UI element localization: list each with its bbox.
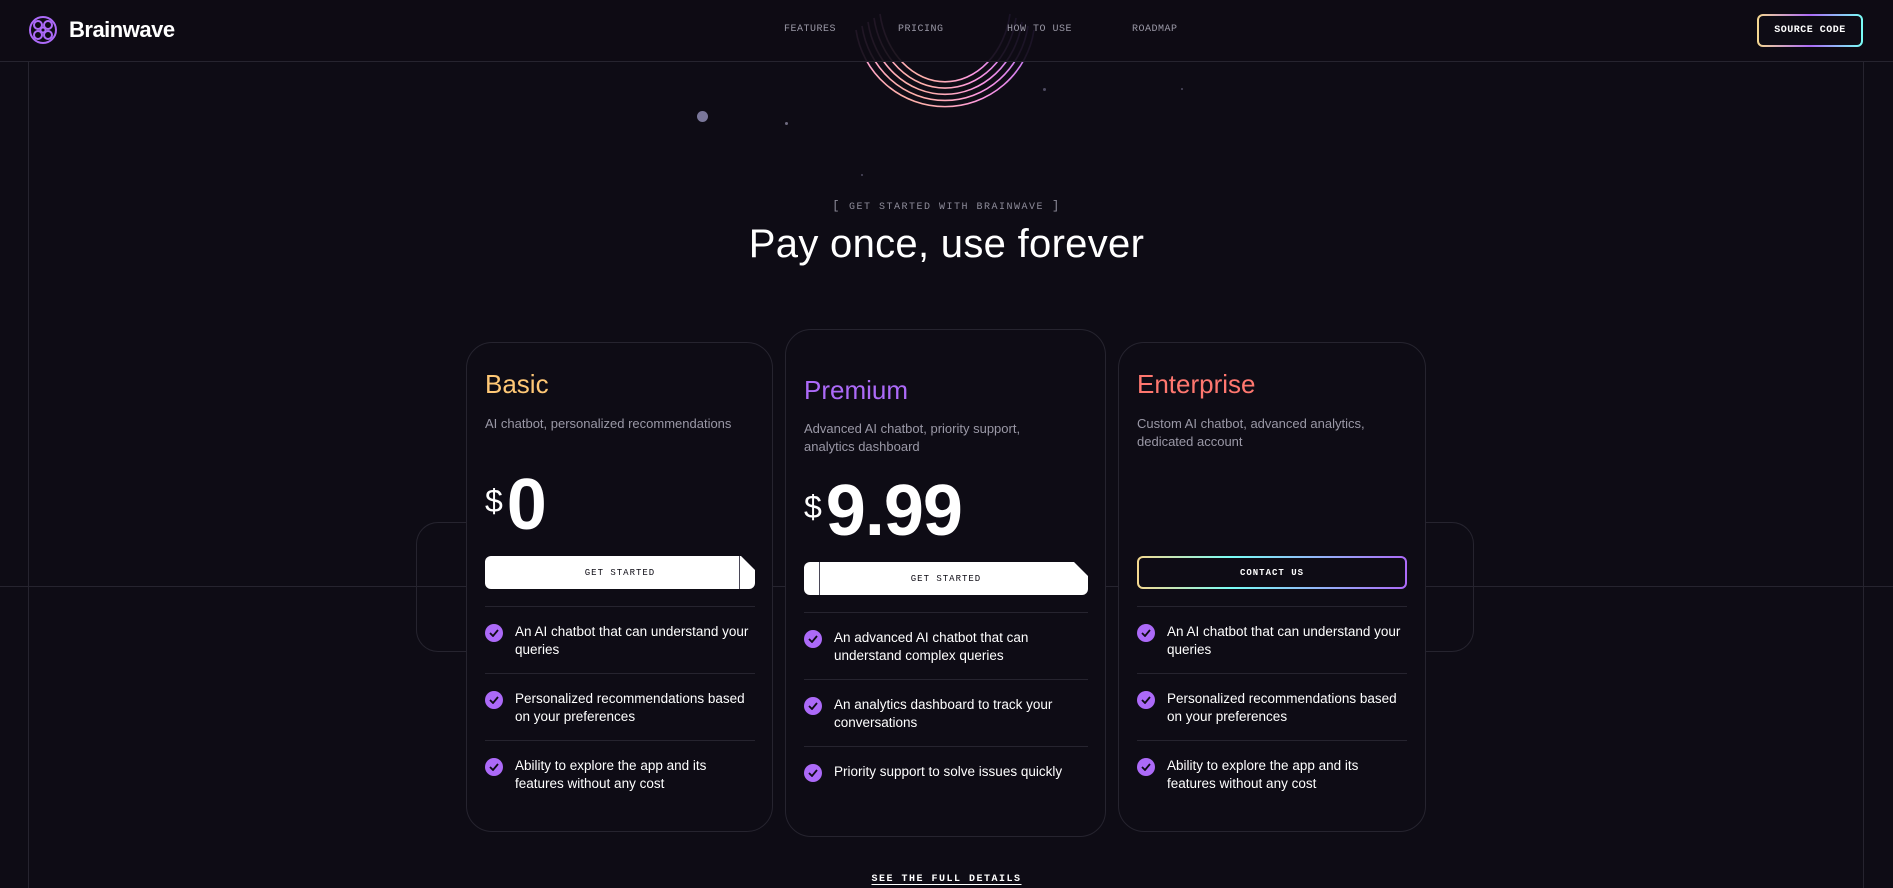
check-icon <box>804 630 822 648</box>
feature-item: An advanced AI chatbot that can understa… <box>804 612 1088 679</box>
plan-title: Premium <box>804 375 909 405</box>
currency-symbol: $ <box>804 489 822 525</box>
star-dot <box>785 122 788 125</box>
button-label: Get started <box>584 567 656 578</box>
site-header: Brainwave Features Pricing How to use Ro… <box>0 0 1893 62</box>
source-code-button[interactable]: Source code <box>1757 14 1863 47</box>
check-icon <box>485 691 503 709</box>
price-amount: 9.99 <box>825 471 963 551</box>
button-notch <box>741 556 755 570</box>
feature-item: An AI chatbot that can understand your q… <box>1137 606 1407 673</box>
frame-line-left <box>28 62 29 888</box>
star-dot <box>1181 88 1183 90</box>
feature-item: Priority support to solve issues quickly <box>804 746 1088 795</box>
check-icon <box>1137 624 1155 642</box>
feature-list: An AI chatbot that can understand your q… <box>485 606 755 807</box>
check-icon <box>804 764 822 782</box>
bracket-close-icon: ] <box>1052 199 1061 213</box>
section-heading: Pay once, use forever <box>748 222 1145 266</box>
plan-description: Advanced AI chatbot, priority support, a… <box>804 421 1021 454</box>
check-icon <box>804 697 822 715</box>
feature-item: An analytics dashboard to track your con… <box>804 679 1088 746</box>
get-started-button[interactable]: Get started <box>485 556 755 589</box>
plan-description: AI chatbot, personalized recommendations <box>485 416 732 431</box>
floating-orb <box>697 111 708 122</box>
button-divider <box>819 562 820 595</box>
star-dot <box>1043 88 1046 91</box>
contact-us-button[interactable]: Contact us <box>1137 556 1407 589</box>
feature-item: Ability to explore the app and its featu… <box>485 740 755 807</box>
price-amount: 0 <box>506 465 547 545</box>
check-icon <box>1137 758 1155 776</box>
plan-card-premium: Premium Advanced AI chatbot, priority su… <box>785 329 1106 837</box>
nav-item-roadmap[interactable]: Roadmap <box>1132 24 1178 35</box>
section-eyebrow: [ Get started with Brainwave] <box>0 199 1893 213</box>
plan-card-enterprise: Enterprise Custom AI chatbot, advanced a… <box>1118 342 1426 832</box>
feature-item: Ability to explore the app and its featu… <box>1137 740 1407 807</box>
button-notch <box>1074 562 1088 576</box>
bracket-open-icon: [ <box>832 199 841 213</box>
see-full-details-link[interactable]: See the full details <box>0 874 1893 885</box>
main-nav: Features Pricing How to use Roadmap <box>0 24 1893 40</box>
feature-list: An AI chatbot that can understand your q… <box>1137 606 1407 807</box>
feature-item: Personalized recommendations based on yo… <box>485 673 755 740</box>
check-icon <box>1137 691 1155 709</box>
check-icon <box>485 758 503 776</box>
feature-item: Personalized recommendations based on yo… <box>1137 673 1407 740</box>
plan-price: $ 9.99 <box>804 471 963 551</box>
plan-price: $ 0 <box>485 465 547 545</box>
nav-item-how-to-use[interactable]: How to use <box>1007 24 1072 35</box>
star-dot <box>861 174 863 176</box>
feature-item: An AI chatbot that can understand your q… <box>485 606 755 673</box>
plan-card-basic: Basic AI chatbot, personalized recommend… <box>466 342 773 832</box>
currency-symbol: $ <box>485 483 503 519</box>
feature-list: An advanced AI chatbot that can understa… <box>804 612 1088 795</box>
plan-title: Enterprise <box>1137 369 1256 399</box>
plan-description: Custom AI chatbot, advanced analytics, d… <box>1137 416 1365 449</box>
get-started-button[interactable]: Get started <box>804 562 1088 595</box>
nav-item-pricing[interactable]: Pricing <box>898 24 944 35</box>
eyebrow-text: Get started with Brainwave <box>848 202 1045 213</box>
plan-title: Basic <box>485 369 549 399</box>
nav-item-features[interactable]: Features <box>784 24 836 35</box>
button-label: Get started <box>910 573 982 584</box>
button-divider <box>739 556 740 589</box>
frame-line-right <box>1863 62 1864 888</box>
check-icon <box>485 624 503 642</box>
